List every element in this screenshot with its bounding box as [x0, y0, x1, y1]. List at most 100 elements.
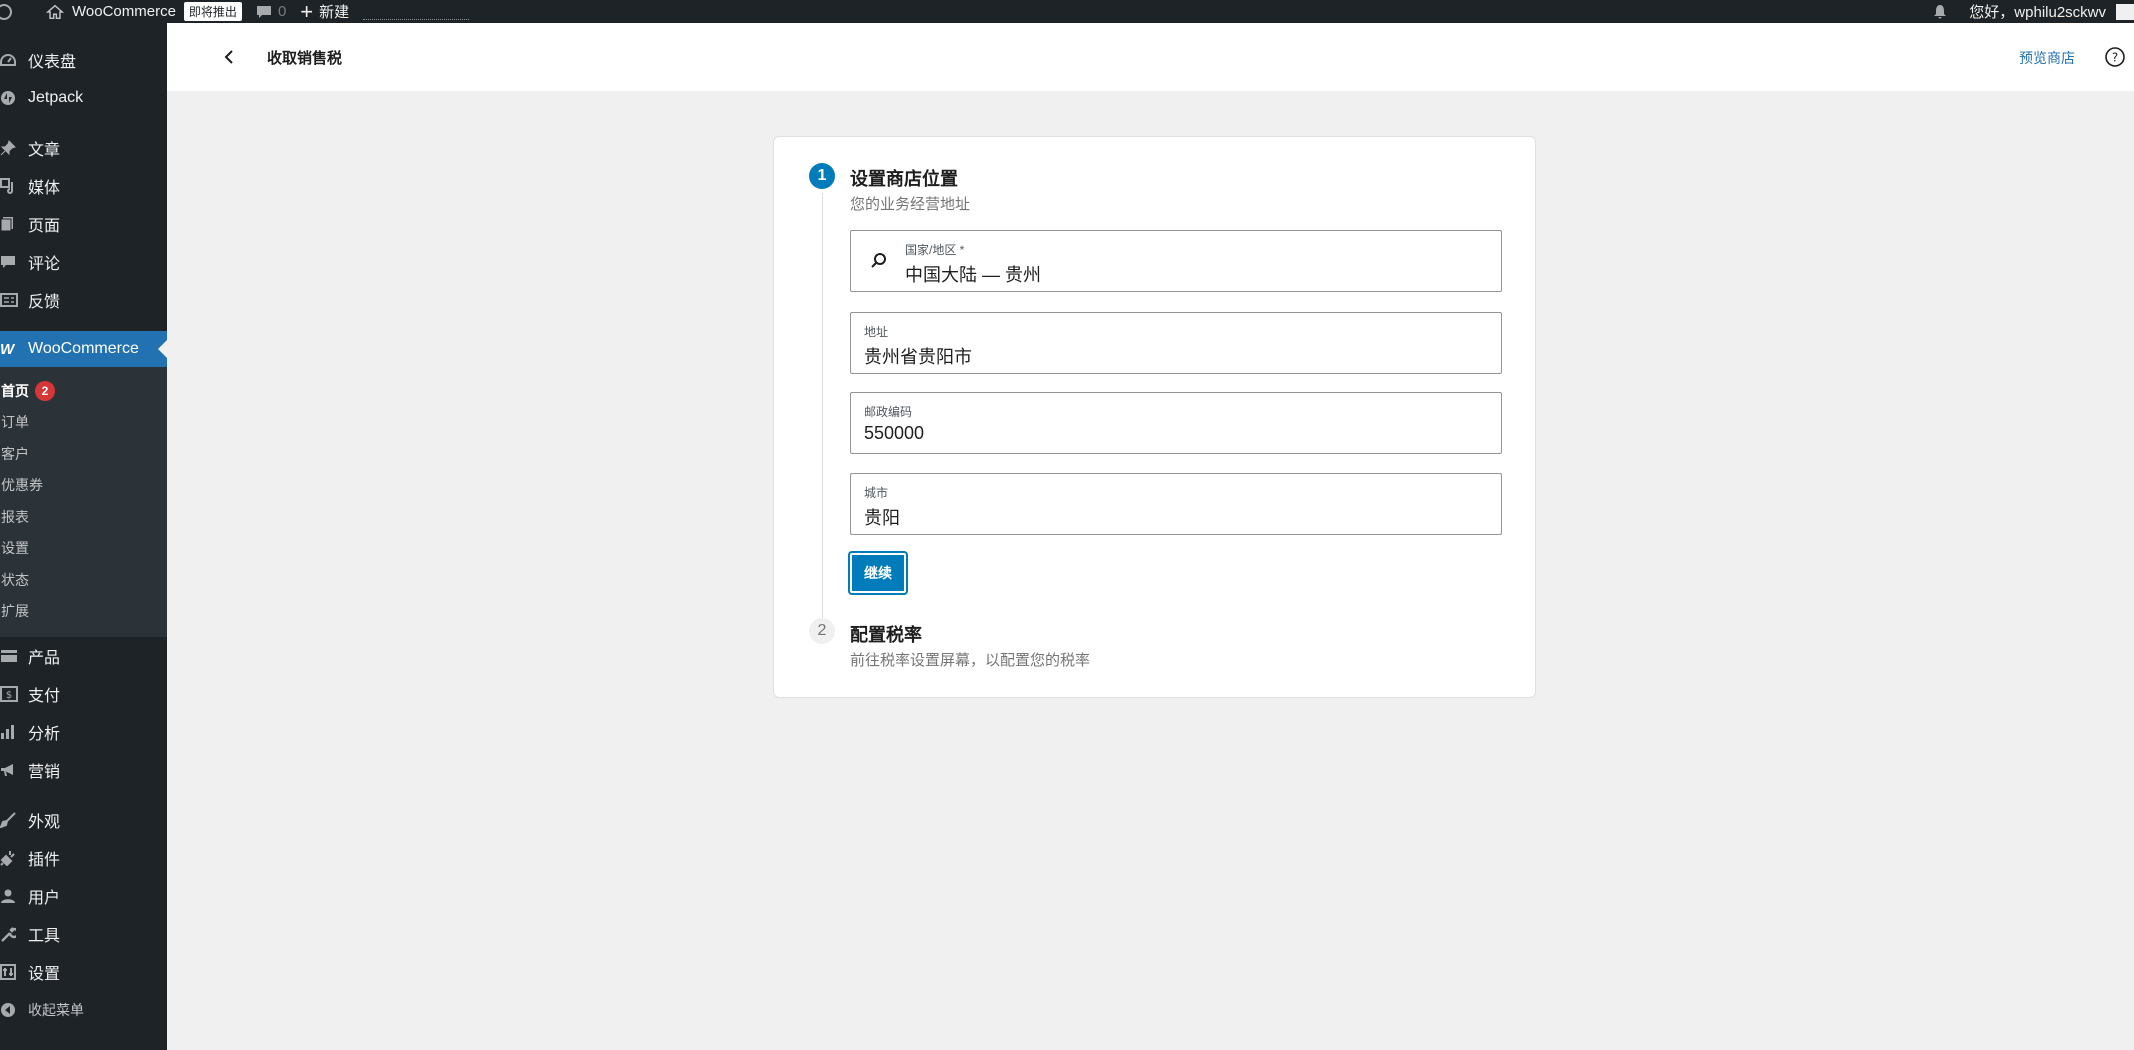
address-value: 贵州省贵阳市	[864, 347, 972, 367]
sidebar-item-jetpack[interactable]: Jetpack	[0, 79, 167, 117]
back-chevron-icon[interactable]	[219, 45, 239, 69]
notification-count-badge: 2	[35, 380, 55, 401]
submenu-item-settings[interactable]: 设置	[0, 533, 167, 565]
home-icon	[46, 4, 64, 19]
admin-bar: WooCommerce 即将推出 0 + 新建 您好，wphilu2sckwv	[0, 0, 2134, 23]
sidebar-item-analytics[interactable]: 分析	[0, 713, 167, 751]
payment-icon: $	[0, 686, 20, 702]
bell-icon[interactable]	[1933, 4, 1947, 20]
country-region-field[interactable]: 国家/地区 * 中国大陆 — 贵州	[850, 230, 1502, 292]
submenu-item-extensions[interactable]: 扩展	[0, 596, 167, 628]
collapse-menu-button[interactable]: 收起菜单	[0, 991, 167, 1029]
media-icon	[0, 178, 20, 194]
comment-icon	[0, 255, 20, 269]
site-name-link[interactable]: WooCommerce 即将推出	[46, 0, 242, 23]
megaphone-icon	[0, 762, 20, 778]
sidebar-item-label: 反馈	[28, 294, 61, 311]
wordpress-logo-icon[interactable]	[0, 0, 32, 23]
user-icon	[0, 888, 20, 904]
sidebar-item-label: 页面	[28, 218, 61, 235]
feedback-icon	[0, 293, 20, 307]
avatar[interactable]	[2116, 3, 2134, 20]
sidebar-item-pages[interactable]: 页面	[0, 205, 167, 243]
dashboard-icon	[0, 53, 20, 67]
woo-icon: W	[0, 340, 15, 358]
search-icon	[871, 253, 886, 268]
submenu-item-label: 订单	[1, 414, 29, 431]
svg-text:$: $	[6, 690, 12, 701]
new-label: 新建	[319, 4, 350, 21]
admin-bar-extra-link[interactable]	[363, 0, 470, 23]
submenu-item-label: 报表	[1, 508, 29, 525]
preview-store-link[interactable]: 预览商店	[2019, 48, 2075, 68]
postcode-value: 550000	[864, 423, 925, 443]
sidebar-item-plugins[interactable]: 插件	[0, 839, 167, 877]
stepper-line	[822, 193, 823, 633]
postcode-field[interactable]: 邮政编码 550000	[850, 392, 1502, 454]
sidebar-item-products[interactable]: 产品	[0, 637, 167, 675]
sidebar-item-comments[interactable]: 评论	[0, 243, 167, 281]
submenu-item-home[interactable]: 首页 2	[0, 375, 167, 407]
submenu-item-reports[interactable]: 报表	[0, 501, 167, 533]
sidebar-item-label: 营销	[28, 764, 61, 781]
sidebar-item-woocommerce[interactable]: W WooCommerce	[0, 331, 167, 367]
page-header: 收取销售税 预览商店 ?	[167, 23, 2134, 91]
sidebar-item-label: Jetpack	[28, 89, 84, 106]
step-1-title: 设置商店位置	[850, 169, 958, 189]
sidebar-item-media[interactable]: 媒体	[0, 167, 167, 205]
postcode-label: 邮政编码	[864, 405, 913, 419]
user-greeting[interactable]: 您好，wphilu2sckwv	[1969, 1, 2106, 22]
submenu-item-orders[interactable]: 订单	[0, 407, 167, 439]
comments-count: 0	[277, 3, 287, 20]
sidebar-item-dashboard[interactable]: 仪表盘	[0, 41, 167, 79]
tax-setup-card: 1 设置商店位置 您的业务经营地址 国家/地区 * 中国大陆 — 贵州 地址 贵…	[773, 136, 1536, 698]
sidebar-item-label: 支付	[28, 688, 61, 705]
sidebar-item-label: WooCommerce	[28, 340, 139, 357]
sidebar-item-posts[interactable]: 文章	[0, 129, 167, 167]
step-2-title: 配置税率	[850, 625, 922, 645]
submenu-item-label: 客户	[1, 445, 29, 462]
sidebar-item-users[interactable]: 用户	[0, 877, 167, 915]
country-region-label: 国家/地区 *	[905, 243, 965, 257]
submenu-item-label: 设置	[1, 540, 29, 557]
step-1-indicator: 1	[809, 163, 835, 189]
sidebar-item-feedback[interactable]: 反馈	[0, 281, 167, 319]
step-2-description: 前往税率设置屏幕，以配置您的税率	[850, 652, 1091, 669]
sidebar-item-label: 文章	[28, 142, 61, 159]
address-field[interactable]: 地址 贵州省贵阳市	[850, 312, 1502, 374]
help-icon[interactable]: ?	[2104, 46, 2126, 68]
sidebar-item-tools[interactable]: 工具	[0, 915, 167, 953]
pin-icon	[0, 140, 20, 156]
plugin-icon	[0, 850, 20, 866]
page-title: 收取销售税	[267, 50, 343, 67]
wrench-icon	[0, 926, 20, 942]
continue-button[interactable]: 继续	[850, 553, 906, 593]
sidebar-item-appearance[interactable]: 外观	[0, 801, 167, 839]
comment-bubble-icon	[256, 5, 271, 18]
woocommerce-submenu: 首页 2 订单 客户 优惠券 报表 设置 状态 扩展	[0, 367, 167, 637]
new-content-link[interactable]: + 新建	[300, 0, 349, 23]
analytics-icon	[0, 724, 20, 740]
submenu-item-label: 状态	[1, 571, 29, 588]
step-1-description: 您的业务经营地址	[850, 196, 971, 213]
submenu-item-label: 首页	[1, 382, 29, 399]
site-name: WooCommerce	[72, 3, 176, 20]
submenu-item-customers[interactable]: 客户	[0, 438, 167, 470]
coming-soon-badge[interactable]: 即将推出	[183, 2, 242, 21]
city-label: 城市	[864, 486, 889, 500]
submenu-item-coupons[interactable]: 优惠券	[0, 470, 167, 502]
comments-link[interactable]: 0	[256, 0, 286, 23]
sidebar-item-settings[interactable]: 设置	[0, 953, 167, 991]
sidebar-item-payments[interactable]: $ 支付	[0, 675, 167, 713]
submenu-item-status[interactable]: 状态	[0, 564, 167, 596]
submenu-item-label: 扩展	[1, 603, 29, 620]
sidebar-item-marketing[interactable]: 营销	[0, 751, 167, 789]
sidebar-item-label: 评论	[28, 256, 61, 273]
country-region-value: 中国大陆 — 贵州	[905, 265, 1042, 285]
sidebar-item-label: 工具	[28, 928, 61, 945]
sidebar-item-label: 用户	[28, 890, 61, 907]
city-field[interactable]: 城市 贵阳	[850, 473, 1502, 535]
address-label: 地址	[864, 325, 889, 339]
admin-sidebar: 仪表盘 Jetpack 文章 媒体 页面 评论 反馈 W WooCommerce…	[0, 23, 167, 1050]
product-icon	[0, 649, 20, 663]
